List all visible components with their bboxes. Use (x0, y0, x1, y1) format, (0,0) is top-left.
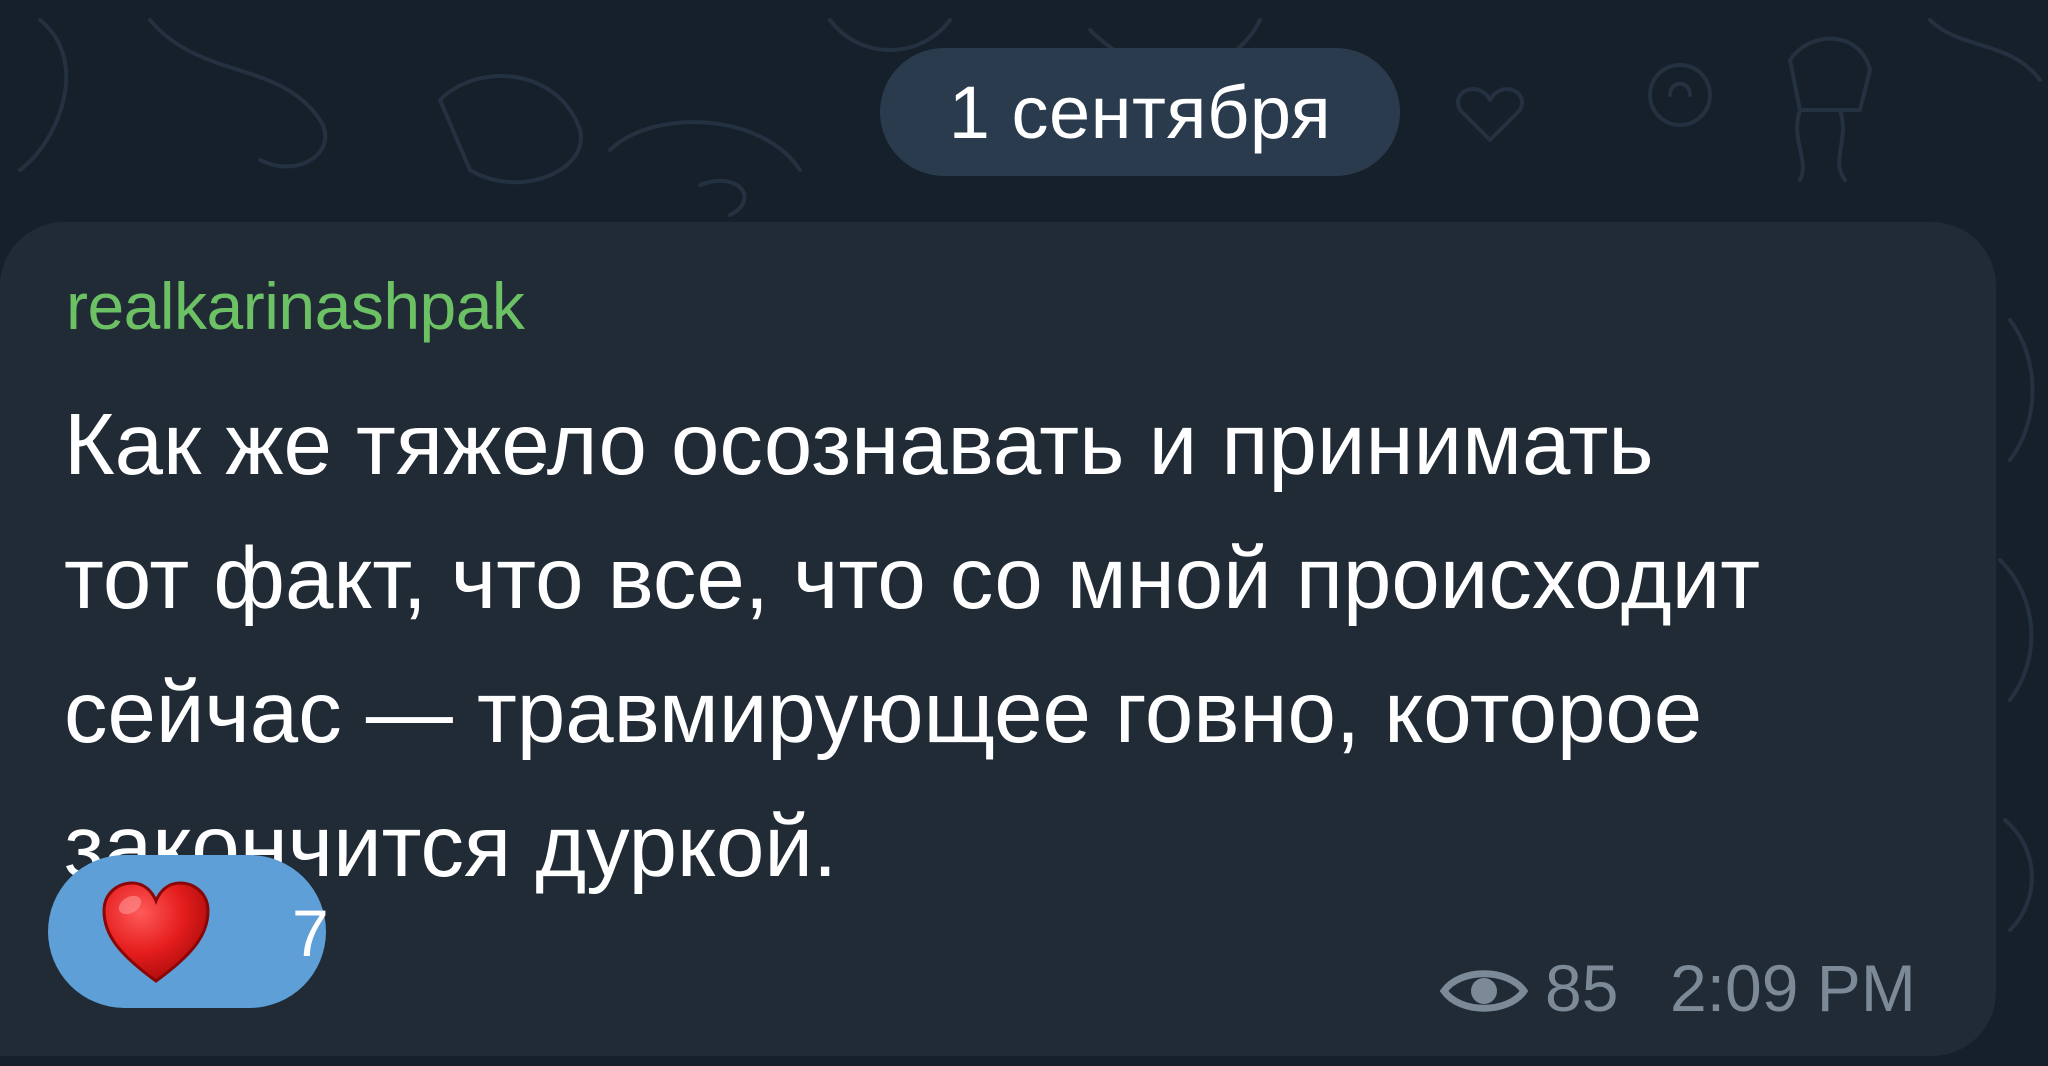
date-separator: 1 сентября (880, 48, 1400, 176)
message-text-line: сейчас — травмирующее говно, которое (64, 664, 1703, 761)
message-time: 2:09 PM (1670, 951, 1916, 1025)
message-text-line: закончится дуркой. (64, 798, 838, 895)
message-text-line: Как же тяжело осознавать и принимать (64, 396, 1654, 493)
sender-name[interactable]: realkarinashpak (66, 268, 525, 344)
reaction-button[interactable]: 7 (48, 855, 329, 1008)
views-eye-icon (1440, 970, 1528, 1012)
message-text: Как же тяжело осознавать и принимать тот… (64, 378, 1924, 914)
message-text-line: тот факт, что все, что со мной происходи… (64, 530, 1761, 627)
views-count: 85 (1545, 951, 1619, 1025)
reaction-count: 7 (292, 896, 329, 970)
red-heart-icon (102, 881, 210, 983)
